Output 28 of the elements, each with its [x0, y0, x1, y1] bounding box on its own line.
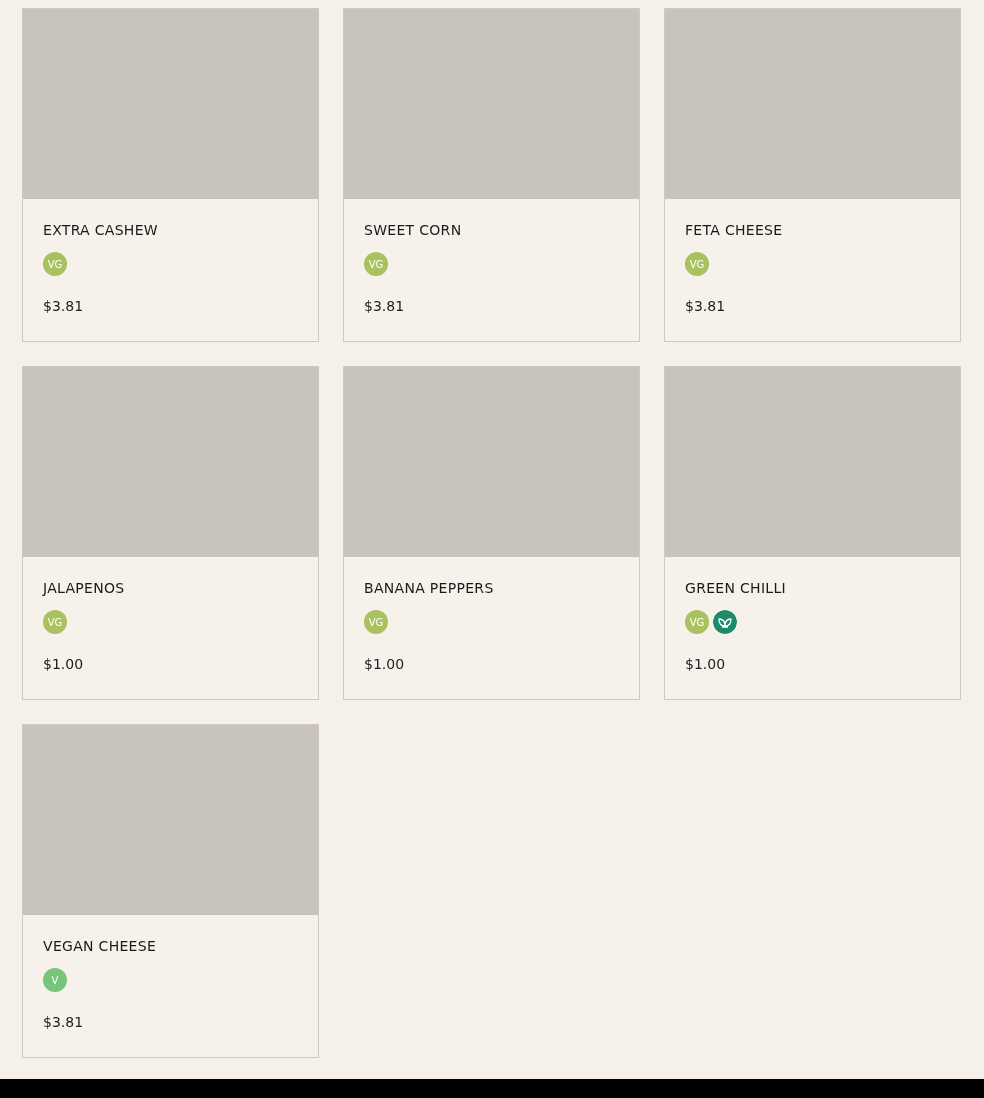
- product-card[interactable]: VEGAN CHEESE V $3.81: [22, 724, 319, 1058]
- product-card[interactable]: SWEET CORN VG $3.81: [343, 8, 640, 342]
- diet-badge: VG: [685, 252, 709, 276]
- product-name: BANANA PEPPERS: [364, 580, 495, 598]
- product-name: SWEET CORN: [364, 222, 463, 240]
- product-name: FETA CHEESE: [685, 222, 784, 240]
- diet-badge: VG: [685, 610, 709, 634]
- product-name: VEGAN CHEESE: [43, 938, 158, 956]
- diet-badge: V: [43, 968, 67, 992]
- product-name: GREEN CHILLI: [685, 580, 787, 598]
- price: $3.81: [364, 298, 406, 314]
- price: $3.81: [685, 298, 727, 314]
- diet-badge: VG: [364, 252, 388, 276]
- diet-badge: VG: [43, 610, 67, 634]
- price: $1.00: [43, 656, 85, 672]
- product-name: JALAPENOS: [43, 580, 126, 598]
- product-card[interactable]: EXTRA CASHEW VG $3.81: [22, 8, 319, 342]
- diet-badge: VG: [364, 610, 388, 634]
- price: $3.81: [43, 298, 85, 314]
- product-card[interactable]: FETA CHEESE VG $3.81: [664, 8, 961, 342]
- price: $1.00: [685, 656, 727, 672]
- price: $1.00: [364, 656, 406, 672]
- diet-badge: VG: [43, 252, 67, 276]
- product-card[interactable]: GREEN CHILLI VG $1.00: [664, 366, 961, 700]
- product-card[interactable]: BANANA PEPPERS VG $1.00: [343, 366, 640, 700]
- price: $3.81: [43, 1014, 85, 1030]
- product-card[interactable]: JALAPENOS VG $1.00: [22, 366, 319, 700]
- product-name: EXTRA CASHEW: [43, 222, 159, 240]
